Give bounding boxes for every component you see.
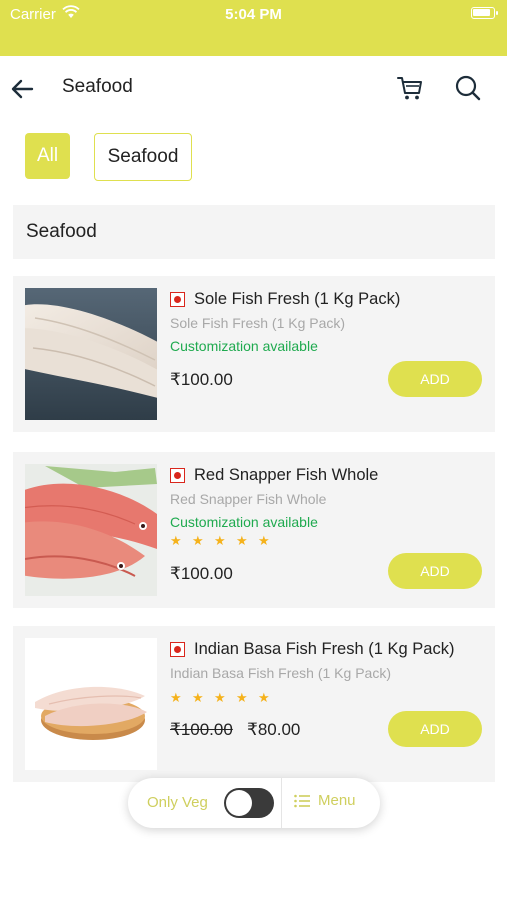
star-icon: ★ <box>192 533 204 548</box>
star-icon: ★ <box>258 533 270 548</box>
page-title: Seafood <box>62 76 133 97</box>
clock: 5:04 PM <box>225 6 282 23</box>
rating-stars: ★ ★ ★ ★ ★ <box>170 533 270 548</box>
non-veg-marker-icon <box>170 292 185 307</box>
filter-chip-all[interactable]: All <box>25 133 70 179</box>
add-button[interactable]: ADD <box>388 553 482 589</box>
toggle-knob <box>226 790 252 816</box>
product-card[interactable]: Sole Fish Fresh (1 Kg Pack) Sole Fish Fr… <box>13 276 495 432</box>
back-arrow-icon[interactable] <box>10 76 36 102</box>
product-image-basa-fish <box>25 638 157 770</box>
menu-button[interactable]: Menu <box>294 792 356 809</box>
divider <box>281 778 282 828</box>
star-icon: ★ <box>214 690 226 705</box>
product-card[interactable]: Red Snapper Fish Whole Red Snapper Fish … <box>13 452 495 608</box>
product-name: Red Snapper Fish Whole <box>194 466 379 484</box>
list-icon <box>294 794 310 807</box>
original-price: ₹100.00 <box>170 720 233 739</box>
only-veg-label: Only Veg <box>147 794 208 811</box>
star-icon: ★ <box>192 690 204 705</box>
star-icon: ★ <box>214 533 226 548</box>
customization-label: Customization available <box>170 514 318 530</box>
floating-bottom-bar: Only Veg Menu <box>128 778 380 828</box>
product-price: ₹100.00 <box>170 370 233 389</box>
product-card[interactable]: Indian Basa Fish Fresh (1 Kg Pack) India… <box>13 626 495 782</box>
product-price: ₹80.00 <box>247 720 301 739</box>
product-name: Sole Fish Fresh (1 Kg Pack) <box>194 290 401 308</box>
star-icon: ★ <box>258 690 270 705</box>
add-button[interactable]: ADD <box>388 361 482 397</box>
product-image-red-snapper <box>25 464 157 596</box>
navigation-bar: Seafood <box>0 56 507 120</box>
non-veg-marker-icon <box>170 642 185 657</box>
product-subtitle: Indian Basa Fish Fresh (1 Kg Pack) <box>170 665 391 681</box>
menu-label: Menu <box>318 792 356 809</box>
star-icon: ★ <box>236 690 248 705</box>
rating-stars: ★ ★ ★ ★ ★ <box>170 690 270 705</box>
only-veg-toggle[interactable] <box>224 788 274 818</box>
add-button[interactable]: ADD <box>388 711 482 747</box>
non-veg-marker-icon <box>170 468 185 483</box>
product-price: ₹100.00 <box>170 564 233 583</box>
search-icon[interactable] <box>454 74 482 102</box>
section-header: Seafood <box>13 205 495 259</box>
star-icon: ★ <box>236 533 248 548</box>
status-bar: Carrier 5:04 PM <box>0 0 507 56</box>
product-image-sole-fish <box>25 288 157 420</box>
customization-label: Customization available <box>170 338 318 354</box>
battery-icon <box>471 7 498 19</box>
product-subtitle: Sole Fish Fresh (1 Kg Pack) <box>170 315 346 331</box>
star-icon: ★ <box>170 533 182 548</box>
cart-icon[interactable] <box>396 74 424 102</box>
star-icon: ★ <box>170 690 182 705</box>
filter-chip-seafood[interactable]: Seafood <box>94 133 192 181</box>
product-name: Indian Basa Fish Fresh (1 Kg Pack) <box>194 640 455 658</box>
product-subtitle: Red Snapper Fish Whole <box>170 491 327 507</box>
